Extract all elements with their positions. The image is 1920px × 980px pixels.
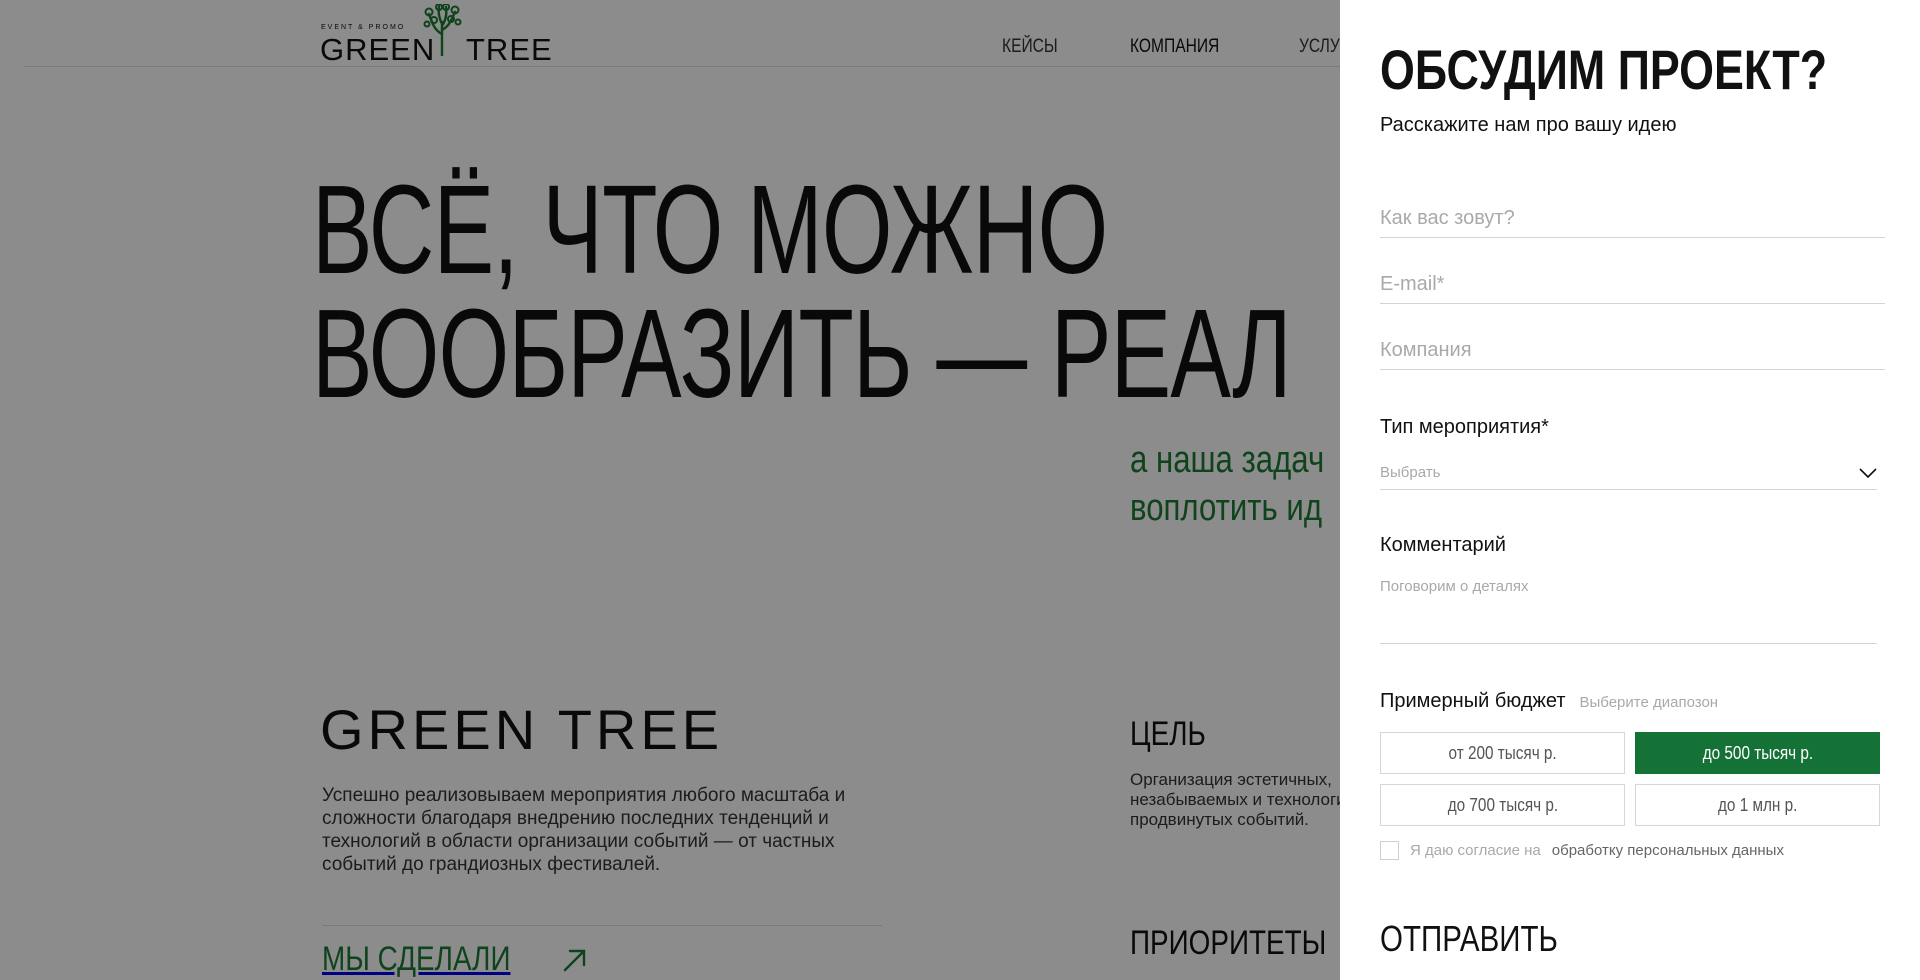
- budget-option-200k[interactable]: от 200 тысяч р.: [1380, 732, 1625, 774]
- budget-header: Примерный бюджет Выберите диапозон: [1380, 690, 1718, 713]
- chevron-down-icon: [1859, 467, 1877, 478]
- budget-option-700k[interactable]: до 700 тысяч р.: [1380, 784, 1625, 826]
- event-type-select[interactable]: Выбрать: [1380, 456, 1877, 490]
- budget-option-label: до 700 тысяч р.: [1447, 794, 1558, 815]
- budget-option-label: от 200 тысяч р.: [1448, 742, 1557, 763]
- contact-form-panel: ОБСУДИМ ПРОЕКТ? Расскажите нам про вашу …: [1340, 0, 1920, 980]
- comment-textarea[interactable]: [1380, 578, 1877, 644]
- company-input[interactable]: [1380, 338, 1885, 370]
- budget-label: Примерный бюджет: [1380, 690, 1566, 712]
- consent-checkbox[interactable]: [1380, 841, 1399, 860]
- budget-option-label: до 1 млн р.: [1717, 794, 1798, 815]
- budget-option-500k[interactable]: до 500 тысяч р.: [1635, 732, 1880, 774]
- privacy-policy-link[interactable]: обработку персональных данных: [1552, 842, 1784, 859]
- comment-label: Комментарий: [1380, 534, 1506, 556]
- budget-option-1m[interactable]: до 1 млн р.: [1635, 784, 1880, 826]
- consent-row: Я даю согласие на обработку персональных…: [1380, 841, 1784, 860]
- email-input[interactable]: [1380, 272, 1885, 304]
- event-type-value: Выбрать: [1380, 464, 1441, 481]
- budget-option-label: до 500 тысяч р.: [1702, 742, 1813, 763]
- form-subtitle: Расскажите нам про вашу идею: [1380, 114, 1677, 136]
- submit-button[interactable]: ОТПРАВИТЬ: [1380, 918, 1558, 960]
- form-title: ОБСУДИМ ПРОЕКТ?: [1380, 38, 1828, 101]
- event-type-label: Тип мероприятия*: [1380, 416, 1549, 438]
- name-input[interactable]: [1380, 206, 1885, 238]
- budget-hint: Выберите диапозон: [1579, 694, 1719, 711]
- budget-options: от 200 тысяч р. до 500 тысяч р. до 700 т…: [1380, 732, 1882, 826]
- consent-text: Я даю согласие на: [1410, 842, 1541, 859]
